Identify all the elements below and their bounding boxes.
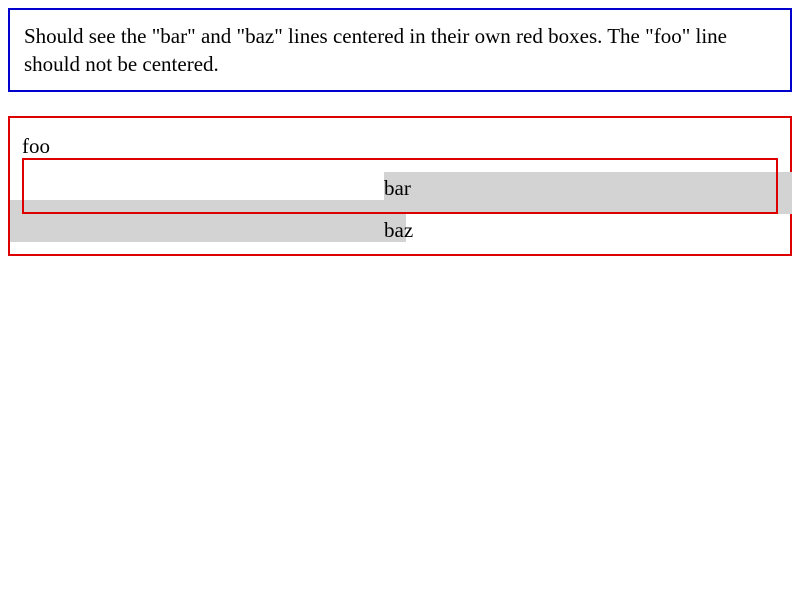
baz-line: baz (384, 218, 414, 242)
bar-line: bar (384, 176, 411, 200)
foo-line: foo (22, 134, 50, 158)
outer-red-box: foo bar baz (8, 116, 792, 256)
instruction-note: Should see the "bar" and "baz" lines cen… (8, 8, 792, 92)
instruction-text: Should see the "bar" and "baz" lines cen… (24, 24, 728, 76)
